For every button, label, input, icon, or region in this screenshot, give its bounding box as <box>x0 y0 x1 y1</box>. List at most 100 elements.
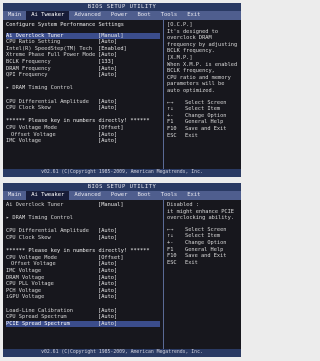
setting-label: CPU PLL Voltage <box>6 281 54 288</box>
key-description: Change Option <box>185 112 227 119</box>
setting-row[interactable]: Offset Voltage [Auto] <box>6 261 160 268</box>
setting-row[interactable]: CPU Differential Amplitude [Auto] <box>6 99 160 106</box>
setting-value[interactable]: [Auto] <box>98 52 160 59</box>
setting-row[interactable]: CPU Spread Spectrum [Auto] <box>6 314 160 321</box>
menu-tab-exit[interactable]: Exit <box>182 11 205 20</box>
setting-value[interactable]: [Auto] <box>98 314 160 321</box>
setting-row[interactable]: PCH Voltage [Auto] <box>6 288 160 295</box>
setting-row[interactable]: BCLK Frequency [133] <box>6 59 160 66</box>
setting-value[interactable]: [Auto] <box>98 138 160 145</box>
menu-tab-tools[interactable]: Tools <box>156 191 183 200</box>
setting-row[interactable]: CPU Clock Skew [Auto] <box>6 105 160 112</box>
help-text-line: frequency by adjusting <box>167 41 238 48</box>
help-text-line: When X.M.P. is enabled <box>167 61 238 68</box>
menu-tab-power[interactable]: Power <box>106 191 133 200</box>
setting-value[interactable]: [Auto] <box>98 39 160 46</box>
bios-title-bar: BIOS SETUP UTILITY <box>3 3 241 11</box>
setting-value[interactable]: [Auto] <box>98 308 160 315</box>
setting-row[interactable]: PCIE Spread Spectrum [Auto] <box>6 320 160 328</box>
key-name: +- <box>167 239 174 246</box>
key-legend: ←→ Select Screen ↑↓ Select Item +- Change Opt… <box>167 227 238 267</box>
setting-row[interactable]: CPU Differential Amplitude [Auto] <box>6 228 160 235</box>
menu-tab-advanced[interactable]: Advanced <box>69 11 106 20</box>
help-text-line: [O.C.P.] <box>167 22 193 28</box>
setting-value[interactable]: [Auto] <box>98 235 160 242</box>
setting-row[interactable]: CPU PLL Voltage [Auto] <box>6 281 160 288</box>
setting-label: CPU Clock Skew <box>6 105 51 112</box>
setting-value[interactable]: [Auto] <box>98 321 160 328</box>
setting-value[interactable]: [Auto] <box>98 294 160 301</box>
key-legend: ←→ Select Screen ↑↓ Select Item +- Change Opt… <box>167 100 238 140</box>
key-name: ↑↓ <box>167 233 174 240</box>
setting-row[interactable]: Offset Voltage [Auto] <box>6 132 160 139</box>
setting-value[interactable]: [Manual] <box>98 202 160 209</box>
setting-value[interactable]: [Offset] <box>98 255 160 262</box>
menu-tab-tools[interactable]: Tools <box>156 11 183 20</box>
key-description: Select Item <box>185 106 221 113</box>
setting-row[interactable]: CPU Clock Skew [Auto] <box>6 235 160 242</box>
menu-tab-power[interactable]: Power <box>106 11 133 20</box>
setting-value[interactable]: [Enabled] <box>98 46 160 53</box>
setting-value[interactable]: [Auto] <box>98 261 160 268</box>
setting-row[interactable]: DRAM Frequency [Auto] <box>6 66 160 73</box>
setting-value[interactable]: [Auto] <box>98 132 160 139</box>
bios-title-bar: BIOS SETUP UTILITY <box>3 183 241 191</box>
menu-tab-ai-tweaker[interactable]: Ai Tweaker <box>26 11 70 20</box>
setting-value[interactable]: [Auto] <box>98 275 160 282</box>
menu-tab-boot[interactable]: Boot <box>132 191 155 200</box>
setting-row[interactable]: DRAM Voltage [Auto] <box>6 275 160 282</box>
setting-value[interactable] <box>98 215 160 222</box>
setting-value[interactable]: [Auto] <box>98 99 160 106</box>
setting-row[interactable]: CPU Ratio Setting [Auto] <box>6 39 160 46</box>
settings-panel: Configure System Performance Settings Ai… <box>3 20 163 169</box>
setting-row[interactable]: CPU Voltage Mode [Offset] <box>6 255 160 262</box>
setting-value[interactable]: [Auto] <box>98 72 160 79</box>
setting-row[interactable]: ▸ DRAM Timing Control <box>6 85 160 92</box>
setting-value[interactable]: [Auto] <box>98 281 160 288</box>
setting-value[interactable]: [Auto] <box>98 268 160 275</box>
setting-row[interactable]: IMC Voltage [Auto] <box>6 268 160 275</box>
setting-value[interactable]: [133] <box>98 59 160 66</box>
help-panel: [O.C.P.] It's designed to overclock DRAM fr… <box>164 20 241 169</box>
menu-tab-ai-tweaker[interactable]: Ai Tweaker <box>26 191 70 200</box>
setting-row[interactable]: iGPU Voltage [Auto] <box>6 294 160 301</box>
setting-label: CPU Differential Amplitude <box>6 98 89 105</box>
help-panel: Disabled : it might enhance PCIE overclock… <box>164 200 241 349</box>
setting-row[interactable]: Intel(R) SpeedStep(TM) Tech [Enabled] <box>6 46 160 53</box>
menu-tab-main[interactable]: Main <box>3 191 26 200</box>
setting-row[interactable]: Ai Overclock Tuner [Manual] <box>6 32 160 40</box>
setting-row[interactable]: Xtreme Phase Full Power Mode [Auto] <box>6 52 160 59</box>
setting-row[interactable]: QPI Frequency [Auto] <box>6 72 160 79</box>
key-hint: F1 General Help <box>167 247 238 254</box>
key-name: F10 <box>167 125 177 132</box>
setting-row[interactable]: CPU Voltage Mode [Offset] <box>6 125 160 132</box>
setting-value[interactable]: [Manual] <box>98 33 160 40</box>
setting-value[interactable]: [Auto] <box>98 228 160 235</box>
setting-label: QPI Frequency <box>6 72 48 79</box>
setting-value[interactable]: [Auto] <box>98 105 160 112</box>
setting-value[interactable]: [Offset] <box>98 125 160 132</box>
setting-row[interactable]: Load-Line Calibration [Auto] <box>6 308 160 315</box>
setting-label: CPU Voltage Mode <box>6 124 58 131</box>
menu-tab-boot[interactable]: Boot <box>132 11 155 20</box>
setting-value[interactable]: [Auto] <box>98 288 160 295</box>
setting-row[interactable]: Ai Overclock Tuner [Manual] <box>6 202 160 209</box>
help-text-line: it might enhance PCIE <box>167 208 234 215</box>
key-name: +- <box>167 112 174 119</box>
key-hint: +- Change Option <box>167 113 238 120</box>
setting-value[interactable] <box>98 85 160 92</box>
menu-tab-advanced[interactable]: Advanced <box>69 191 106 200</box>
setting-value[interactable]: [Auto] <box>98 66 160 73</box>
setting-label: ▸ DRAM Timing Control <box>6 85 73 92</box>
menu-tab-main[interactable]: Main <box>3 11 26 20</box>
setting-row[interactable]: ▸ DRAM Timing Control <box>6 215 160 222</box>
help-text-line: overclocking ability. <box>167 215 234 222</box>
setting-label: IMC Voltage <box>6 267 42 274</box>
key-hint: +- Change Option <box>167 240 238 247</box>
help-text-line: [X.M.P.] <box>167 54 193 61</box>
setting-row[interactable]: IMC Voltage [Auto] <box>6 138 160 145</box>
menu-tab-exit[interactable]: Exit <box>182 191 205 200</box>
